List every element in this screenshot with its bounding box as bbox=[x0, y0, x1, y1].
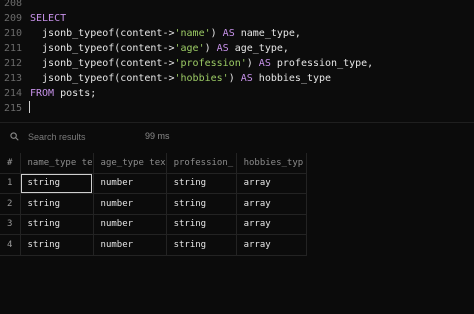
search-input[interactable] bbox=[28, 129, 128, 145]
results-toolbar: 99 ms bbox=[0, 122, 474, 150]
search-icon bbox=[10, 132, 19, 141]
line-number: 211 bbox=[4, 43, 23, 54]
sql-token: hobbies_type bbox=[252, 73, 332, 84]
table-cell[interactable]: string bbox=[166, 234, 237, 256]
sql-string: 'age' bbox=[174, 43, 205, 54]
sql-token: profession_type, bbox=[270, 58, 374, 69]
sql-token: jsonb_typeof(content-> bbox=[30, 28, 175, 39]
table-cell[interactable]: number bbox=[93, 214, 167, 235]
table-cell[interactable]: array bbox=[236, 193, 307, 215]
code-text: jsonb_typeof(content->'profession') AS p… bbox=[30, 56, 373, 71]
line-number: 209 bbox=[4, 13, 23, 24]
sql-token: ) bbox=[210, 28, 223, 39]
line-number: 214 bbox=[4, 88, 23, 99]
row-number: 3 bbox=[0, 214, 21, 235]
code-text: jsonb_typeof(content->'hobbies') AS hobb… bbox=[30, 71, 331, 86]
code-line[interactable]: 210 jsonb_typeof(content->'name') AS nam… bbox=[0, 26, 474, 41]
sql-token: jsonb_typeof(content-> bbox=[30, 58, 175, 69]
sql-token: posts; bbox=[54, 88, 97, 99]
table-cell[interactable]: string bbox=[20, 193, 94, 215]
results-search[interactable] bbox=[10, 129, 130, 145]
column-header-hobbies-type[interactable]: hobbies_typ bbox=[236, 153, 307, 174]
table-cell[interactable]: string bbox=[20, 234, 94, 256]
results-grid: # name_type te age_type tex profession_ … bbox=[0, 153, 474, 314]
sql-token: ) bbox=[246, 58, 259, 69]
table-cell[interactable]: string bbox=[166, 193, 237, 215]
code-line[interactable]: 214 FROM posts; bbox=[0, 86, 474, 101]
column-header-name-type[interactable]: name_type te bbox=[20, 153, 94, 174]
sql-keyword: AS bbox=[222, 28, 235, 39]
sql-string: 'name' bbox=[174, 28, 211, 39]
table-cell[interactable]: string bbox=[166, 173, 237, 194]
row-number: 2 bbox=[0, 193, 21, 215]
code-text: SELECT bbox=[30, 11, 66, 26]
column-header-age-type[interactable]: age_type tex bbox=[93, 153, 167, 174]
table-cell[interactable]: array bbox=[236, 234, 307, 256]
sql-string: 'hobbies' bbox=[174, 73, 229, 84]
sql-token: age_type, bbox=[228, 43, 289, 54]
code-line[interactable]: 215 bbox=[0, 101, 474, 116]
table-cell[interactable]: array bbox=[236, 214, 307, 235]
table-row[interactable]: 4 string number string array bbox=[0, 234, 307, 256]
column-header-index[interactable]: # bbox=[0, 153, 21, 174]
line-number: 213 bbox=[4, 73, 23, 84]
line-number: 210 bbox=[4, 28, 23, 39]
code-text: jsonb_typeof(content->'age') AS age_type… bbox=[30, 41, 289, 56]
line-number: 212 bbox=[4, 58, 23, 69]
row-number: 1 bbox=[0, 173, 21, 194]
code-line[interactable]: 213 jsonb_typeof(content->'hobbies') AS … bbox=[0, 71, 474, 86]
column-header-profession-type[interactable]: profession_ bbox=[166, 153, 237, 174]
sql-token: name_type, bbox=[234, 28, 301, 39]
sql-editor[interactable]: 208 209 SELECT 210 jsonb_typeof(content->'n… bbox=[0, 0, 474, 120]
code-text: jsonb_typeof(content->'name') AS name_ty… bbox=[30, 26, 301, 41]
line-number: 215 bbox=[4, 103, 23, 114]
code-text: FROM posts; bbox=[30, 86, 96, 101]
table-cell[interactable]: number bbox=[93, 173, 167, 194]
sql-token: jsonb_typeof(content-> bbox=[30, 73, 175, 84]
table-cell[interactable]: string bbox=[20, 214, 94, 235]
code-line[interactable]: 209 SELECT bbox=[0, 11, 474, 26]
line-number: 208 bbox=[4, 0, 23, 9]
sql-string: 'profession' bbox=[174, 58, 247, 69]
table-cell[interactable]: string bbox=[20, 173, 94, 194]
sql-keyword: AS bbox=[240, 73, 253, 84]
sql-keyword: AS bbox=[216, 43, 229, 54]
table-cell[interactable]: number bbox=[93, 234, 167, 256]
code-line[interactable]: 211 jsonb_typeof(content->'age') AS age_… bbox=[0, 41, 474, 56]
table-cell[interactable]: array bbox=[236, 173, 307, 194]
sql-token: ) bbox=[204, 43, 217, 54]
table-header-row: # name_type te age_type tex profession_ … bbox=[0, 153, 307, 174]
table-row[interactable]: 2 string number string array bbox=[0, 193, 307, 215]
row-number: 4 bbox=[0, 234, 21, 256]
sql-keyword: FROM bbox=[30, 88, 55, 99]
sql-token: ) bbox=[228, 73, 241, 84]
code-line[interactable]: 208 bbox=[0, 0, 474, 11]
sql-token: jsonb_typeof(content-> bbox=[30, 43, 175, 54]
text-cursor bbox=[29, 101, 30, 113]
sql-keyword: AS bbox=[258, 58, 271, 69]
table-row[interactable]: 1 string number string array bbox=[0, 173, 307, 194]
code-line[interactable]: 212 jsonb_typeof(content->'profession') … bbox=[0, 56, 474, 71]
sql-keyword: SELECT bbox=[30, 13, 67, 24]
results-table: # name_type te age_type tex profession_ … bbox=[0, 153, 307, 256]
query-timing: 99 ms bbox=[145, 131, 170, 141]
table-cell[interactable]: string bbox=[166, 214, 237, 235]
table-row[interactable]: 3 string number string array bbox=[0, 214, 307, 235]
table-cell[interactable]: number bbox=[93, 193, 167, 215]
